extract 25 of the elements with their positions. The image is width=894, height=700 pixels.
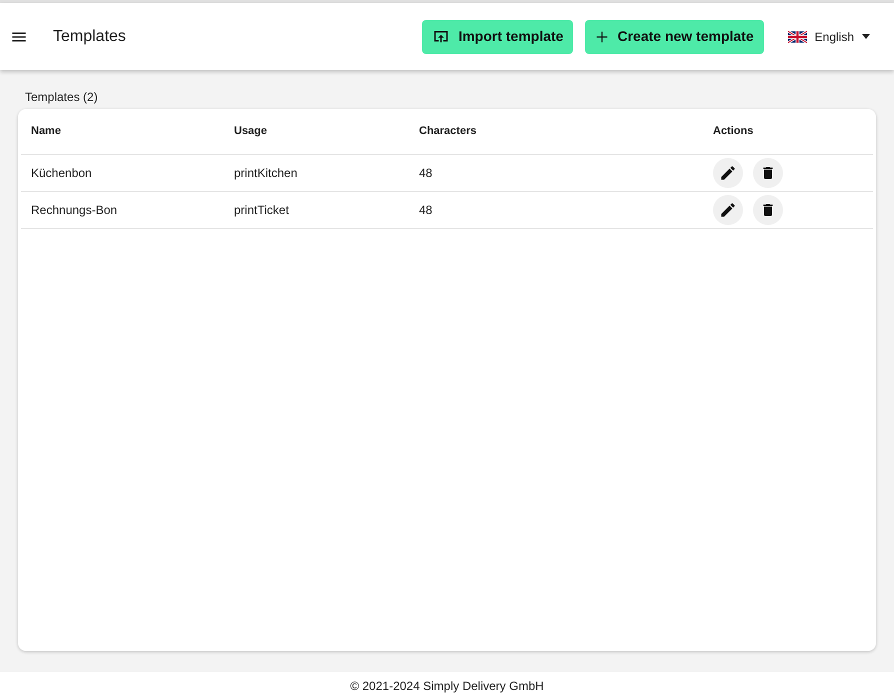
section-label: Templates (2) (25, 89, 98, 106)
column-header: Usage (234, 124, 268, 140)
column-header: Name (31, 124, 61, 140)
dropdown-caret-icon (862, 34, 870, 39)
pencil-icon (719, 201, 737, 219)
column-header: Characters (419, 124, 476, 140)
delete-button[interactable] (753, 195, 783, 225)
plus-icon (595, 30, 610, 44)
delete-button[interactable] (753, 158, 783, 188)
edit-button[interactable] (713, 195, 743, 225)
pencil-icon (719, 164, 737, 182)
page-title: Templates (53, 26, 126, 46)
column-header: Actions (713, 124, 754, 140)
create-template-button[interactable]: Create new template (585, 20, 764, 54)
uk-flag-icon (788, 30, 807, 42)
edit-button[interactable] (713, 158, 743, 188)
table-cell-text: 48 (419, 165, 432, 182)
table-cell-text: 48 (419, 202, 432, 219)
table-cell-text: Rechnungs-Bon (31, 202, 118, 219)
copyright-text: © 2021-2024 Simply Delivery GmbH (350, 678, 544, 695)
table-cell-text: printKitchen (234, 165, 298, 182)
language-selector[interactable]: English (814, 28, 870, 46)
import-template-button[interactable]: Import template (422, 20, 574, 54)
table-cell-text: Küchenbon (31, 165, 92, 182)
table-cell-text: printTicket (234, 202, 289, 219)
